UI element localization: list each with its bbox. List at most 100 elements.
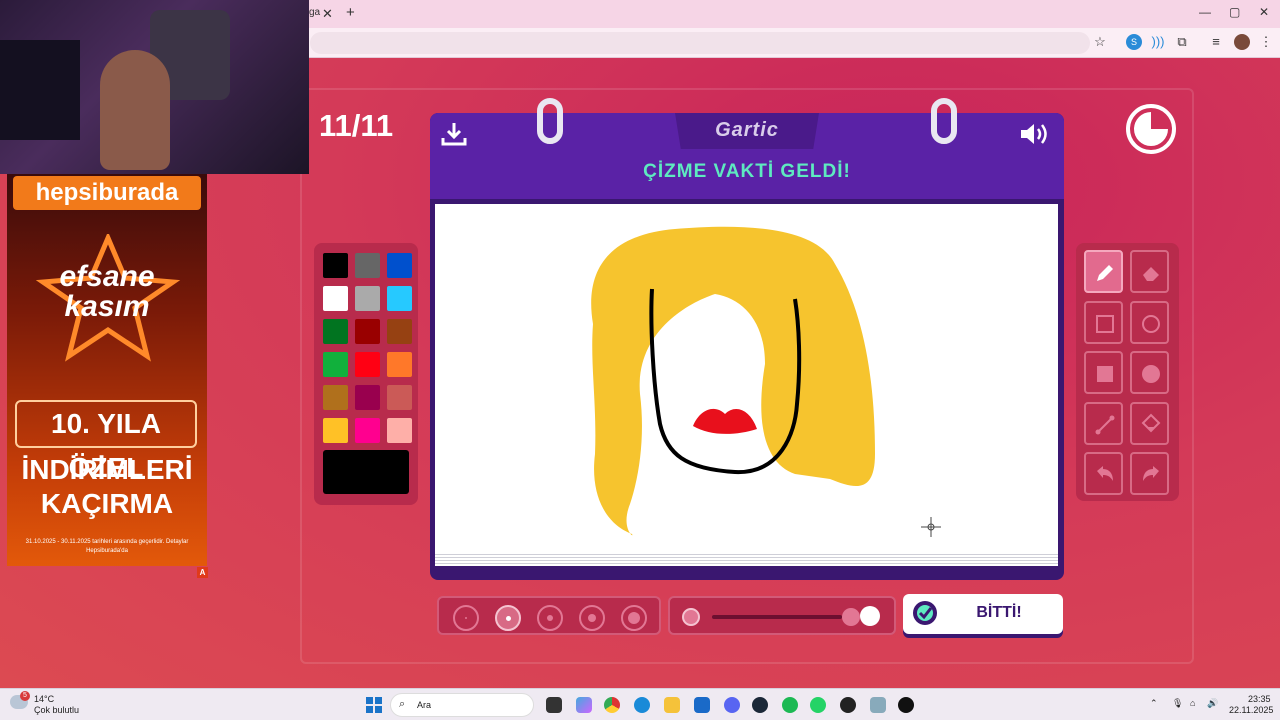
round-counter: 11/11 [319, 108, 394, 143]
store-icon[interactable] [694, 697, 710, 713]
edge-icon[interactable] [634, 697, 650, 713]
headline: ÇİZME VAKTİ GELDİ! [643, 161, 851, 182]
done-button[interactable]: BİTTİ! [903, 594, 1063, 634]
chrome-icon[interactable] [604, 697, 620, 713]
line-tool[interactable] [1084, 402, 1123, 445]
undo-tool[interactable] [1084, 452, 1123, 495]
timer-icon [1126, 104, 1176, 154]
crosshair-cursor-icon [921, 517, 941, 537]
rectangle-fill-tool[interactable] [1084, 351, 1123, 394]
streamer [100, 50, 170, 170]
opacity-high-icon [860, 606, 880, 626]
color-swatch[interactable] [387, 418, 412, 443]
volume-icon[interactable]: 🔊 [1207, 698, 1218, 709]
opacity-knob[interactable] [842, 608, 860, 626]
color-swatch[interactable] [323, 286, 348, 311]
brush-size-3[interactable] [537, 605, 563, 631]
gartic-logo: Gartic [715, 119, 779, 141]
ellipse-outline-icon [1142, 315, 1160, 333]
brush-size-5[interactable] [621, 605, 647, 631]
file-explorer-icon[interactable] [664, 697, 680, 713]
avatar[interactable] [1234, 34, 1250, 50]
brush-size-4[interactable] [579, 605, 605, 631]
opacity-slider[interactable] [668, 596, 896, 635]
brush-size-2[interactable] [495, 605, 521, 631]
search-icon: ⌕ [399, 698, 406, 710]
tray-chevron-icon[interactable]: ⌃ [1150, 698, 1158, 709]
ellipse-outline-tool[interactable] [1130, 301, 1169, 344]
task-view-icon[interactable] [546, 697, 562, 713]
pencil-tool[interactable] [1084, 250, 1123, 293]
windows-start-icon[interactable] [366, 697, 382, 713]
ad-badge: A [197, 567, 208, 578]
rectangle-fill-icon [1097, 366, 1113, 382]
color-swatch[interactable] [355, 352, 380, 377]
microphone-icon[interactable]: 🎙 [1172, 698, 1183, 709]
more-icon[interactable]: ⋮ [1258, 34, 1274, 50]
address-bar[interactable] [310, 32, 1090, 54]
sound-icon[interactable]: ))) [1150, 34, 1166, 50]
rectangle-outline-tool[interactable] [1084, 301, 1123, 344]
steam-icon[interactable] [752, 697, 768, 713]
binder-ring-right [931, 98, 957, 144]
ad-banner[interactable]: hepsiburada efsane kasım 10. YILA ÖZEL İ… [7, 174, 207, 566]
media-icon[interactable]: ≡ [1208, 34, 1224, 50]
color-swatch[interactable] [323, 319, 348, 344]
new-tab-button[interactable]: + [346, 4, 355, 21]
whatsapp-icon[interactable] [810, 697, 826, 713]
maximize-button[interactable]: ▢ [1229, 5, 1240, 19]
opacity-low-icon [682, 608, 700, 626]
close-window-button[interactable]: ✕ [1259, 5, 1269, 19]
discord-icon[interactable] [724, 697, 740, 713]
network-icon[interactable]: ⌂ [1190, 698, 1195, 708]
color-swatch[interactable] [355, 286, 380, 311]
webcam-overlay [0, 0, 309, 174]
color-swatch[interactable] [355, 319, 380, 344]
spotify-icon[interactable] [782, 697, 798, 713]
gartic-app-icon[interactable] [898, 697, 914, 713]
color-swatch[interactable] [387, 352, 412, 377]
weather-temp[interactable]: 14°C [34, 694, 54, 704]
clock-date[interactable]: 22.11.2025 [1229, 705, 1273, 715]
color-swatch[interactable] [387, 253, 412, 278]
ellipse-fill-tool[interactable] [1130, 351, 1169, 394]
line-icon [1095, 415, 1115, 435]
color-swatch[interactable] [387, 286, 412, 311]
redo-tool[interactable] [1130, 452, 1169, 495]
color-swatch[interactable] [355, 385, 380, 410]
brush-size-selector [437, 596, 661, 635]
drawing-canvas[interactable] [435, 204, 1058, 552]
weather-desc[interactable]: Çok bulutlu [34, 705, 79, 715]
ad-line-3: KAÇIRMA [40, 488, 174, 519]
color-swatch[interactable] [355, 418, 380, 443]
obs-icon[interactable] [840, 697, 856, 713]
color-swatch[interactable] [387, 319, 412, 344]
color-swatch[interactable] [323, 352, 348, 377]
ad-brand: hepsiburada [13, 176, 201, 210]
clock-time[interactable]: 23:35 [1248, 694, 1271, 704]
sound-toggle-icon[interactable] [1019, 121, 1053, 147]
redo-icon [1143, 466, 1159, 481]
color-swatch[interactable] [355, 253, 380, 278]
extension-icon[interactable]: S [1126, 34, 1142, 50]
binder-ring-left [537, 98, 563, 144]
brush-size-1[interactable] [453, 605, 479, 631]
tab-close-icon[interactable]: ✕ [322, 6, 333, 22]
color-swatch[interactable] [323, 385, 348, 410]
eraser-tool[interactable] [1130, 250, 1169, 293]
star-icon[interactable]: ☆ [1092, 34, 1108, 50]
color-swatch[interactable] [387, 385, 412, 410]
download-icon[interactable] [441, 121, 467, 147]
color-swatch[interactable] [323, 418, 348, 443]
drawing [591, 226, 875, 536]
app-icon[interactable] [870, 697, 886, 713]
puzzle-icon[interactable]: ⧉ [1174, 34, 1190, 50]
opacity-track[interactable] [712, 615, 842, 619]
rectangle-outline-icon [1096, 315, 1114, 333]
color-swatch[interactable] [323, 253, 348, 278]
taskbar-search[interactable]: ⌕ Ara [390, 693, 534, 717]
minimize-button[interactable]: — [1199, 5, 1211, 19]
tab-title[interactable]: ga [309, 7, 320, 18]
copilot-icon[interactable] [576, 697, 592, 713]
fill-bucket-tool[interactable] [1130, 402, 1169, 445]
